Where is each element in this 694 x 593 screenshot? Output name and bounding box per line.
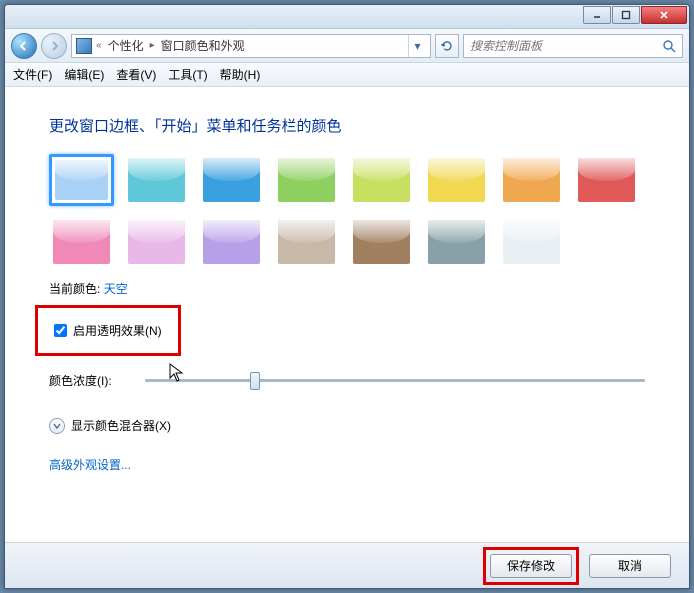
menu-file[interactable]: 文件(F) [13,66,52,83]
color-swatch[interactable] [424,216,489,268]
titlebar [5,5,689,29]
menu-help[interactable]: 帮助(H) [220,66,261,83]
back-button[interactable] [11,33,37,59]
current-color-label: 当前颜色: [49,282,100,296]
current-color-row: 当前颜色: 天空 [49,280,645,297]
color-swatch[interactable] [199,216,264,268]
color-swatch[interactable] [349,216,414,268]
show-mixer-label: 显示颜色混合器(X) [71,417,171,434]
color-swatch[interactable] [349,154,414,206]
color-swatch[interactable] [274,216,339,268]
breadcrumb[interactable]: « 个性化 ▸ 窗口颜色和外观 ▾ [71,34,431,58]
page-title: 更改窗口边框、「开始」菜单和任务栏的颜色 [49,115,645,136]
content: 更改窗口边框、「开始」菜单和任务栏的颜色 当前颜色: 天空 启用透明效果(N) … [5,87,689,542]
window: « 个性化 ▸ 窗口颜色和外观 ▾ 文件(F) 编辑(E) 查看(V) 工具(T… [4,4,690,589]
menu-view[interactable]: 查看(V) [116,66,156,83]
color-swatch[interactable] [49,154,114,206]
current-color-value: 天空 [104,282,128,296]
close-button[interactable] [641,6,687,24]
advanced-appearance-link[interactable]: 高级外观设置... [49,456,645,473]
color-swatch[interactable] [424,154,489,206]
intensity-label: 颜色浓度(I): [49,372,129,389]
cancel-button[interactable]: 取消 [589,554,671,578]
enable-transparency-label: 启用透明效果(N) [73,322,162,339]
intensity-slider-thumb[interactable] [250,372,260,390]
color-swatch[interactable] [574,216,639,268]
transparency-highlight: 启用透明效果(N) [35,305,181,356]
maximize-button[interactable] [612,6,640,24]
search-icon [662,39,676,53]
color-swatch[interactable] [199,154,264,206]
intensity-row: 颜色浓度(I): [49,372,645,389]
enable-transparency-row[interactable]: 启用透明效果(N) [54,322,162,339]
show-mixer-row[interactable]: 显示颜色混合器(X) [49,417,645,434]
control-panel-icon [76,38,92,54]
breadcrumb-seg-window-color[interactable]: 窗口颜色和外观 [155,35,251,57]
color-swatch[interactable] [499,216,564,268]
search-box[interactable] [463,34,683,58]
search-input[interactable] [470,39,662,53]
breadcrumb-dropdown[interactable]: ▾ [408,35,426,57]
menu-tools[interactable]: 工具(T) [168,66,207,83]
forward-button[interactable] [41,33,67,59]
color-swatch-grid [49,154,645,268]
minimize-button[interactable] [583,6,611,24]
color-swatch[interactable] [574,154,639,206]
save-highlight: 保存修改 [483,547,579,585]
intensity-slider[interactable] [145,379,645,382]
color-swatch[interactable] [49,216,114,268]
menu-edit[interactable]: 编辑(E) [64,66,104,83]
footer: 保存修改 取消 [5,542,689,588]
color-swatch[interactable] [499,154,564,206]
color-swatch[interactable] [274,154,339,206]
menubar: 文件(F) 编辑(E) 查看(V) 工具(T) 帮助(H) [5,63,689,87]
color-swatch[interactable] [124,216,189,268]
breadcrumb-seg-personalization[interactable]: 个性化 [102,35,150,57]
refresh-button[interactable] [435,34,459,58]
enable-transparency-checkbox[interactable] [54,324,67,337]
save-button[interactable]: 保存修改 [490,554,572,578]
color-swatch[interactable] [124,154,189,206]
chevron-down-icon [49,418,65,434]
navbar: « 个性化 ▸ 窗口颜色和外观 ▾ [5,29,689,63]
